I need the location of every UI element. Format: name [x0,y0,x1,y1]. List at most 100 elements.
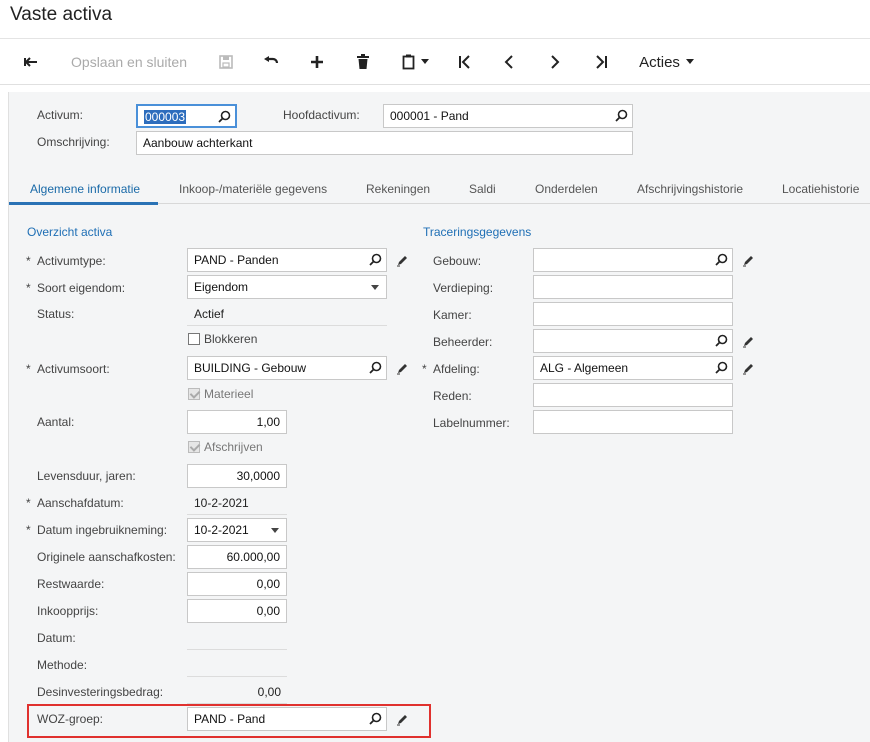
search-icon[interactable] [715,334,728,347]
copy-paste-button[interactable] [396,39,436,85]
overview-section-title: Overzicht activa [27,225,113,239]
quantity-input[interactable]: 1,00 [187,410,287,434]
department-input[interactable]: ALG - Algemeen [533,356,733,380]
search-icon[interactable] [218,110,231,123]
search-icon[interactable] [715,361,728,374]
date-underline [187,649,287,650]
asset-type-input[interactable]: PAND - Panden [187,248,387,272]
plus-icon [311,56,323,68]
asset-class-label: Activumsoort: [37,362,110,376]
custodian-label: Beheerder: [433,335,493,349]
method-underline [187,676,287,677]
tab-accounts[interactable]: Rekeningen [366,182,430,196]
date-label: Datum: [37,631,76,645]
department-value: ALG - Algemeen [540,361,629,375]
undo-button[interactable] [256,39,286,85]
search-icon[interactable] [615,109,628,122]
tab-depreciation-history[interactable]: Afschrijvingshistorie [637,182,743,196]
floor-input[interactable] [533,275,733,299]
edit-pencil-icon[interactable] [742,254,755,267]
first-record-button[interactable] [450,39,480,85]
asset-label: Activum: [37,108,84,122]
search-icon[interactable] [369,253,382,266]
required-marker: * [26,281,31,295]
last-record-button[interactable] [586,39,616,85]
salvage-value-label: Restwaarde: [37,577,105,591]
original-cost-input[interactable]: 60.000,00 [187,545,287,569]
search-icon[interactable] [715,253,728,266]
chevron-left-icon [504,55,513,69]
asset-class-input[interactable]: BUILDING - Gebouw [187,356,387,380]
acquisition-date-underline [187,514,287,515]
tracing-section-title: Traceringsgegevens [423,225,532,239]
tag-number-input[interactable] [533,410,733,434]
reason-input[interactable] [533,383,733,407]
edit-pencil-icon[interactable] [742,335,755,348]
asset-type-value: PAND - Panden [194,253,279,267]
asset-id-input[interactable]: 000003 [136,104,237,128]
room-label: Kamer: [433,308,472,322]
required-marker: * [26,523,31,537]
edit-pencil-icon[interactable] [742,362,755,375]
required-marker: * [422,362,427,376]
status-value: Actief [194,307,225,321]
purchase-price-value: 0,00 [256,604,280,618]
active-tab-indicator [9,202,158,205]
required-marker: * [26,362,31,376]
back-button[interactable] [16,39,46,85]
building-input[interactable] [533,248,733,272]
asset-class-value: BUILDING - Gebouw [194,361,307,375]
back-arrow-icon [24,57,37,67]
tab-purchase-details[interactable]: Inkoop-/materiële gegevens [179,182,327,196]
salvage-value: 0,00 [256,577,280,591]
edit-pencil-icon[interactable] [396,254,409,267]
undo-icon [264,56,279,64]
required-marker: * [26,496,31,510]
tab-general-info[interactable]: Algemene informatie [30,182,140,196]
material-checkbox[interactable] [188,388,200,400]
save-button[interactable] [212,39,240,85]
acquisition-date-value: 10-2-2021 [194,496,249,510]
useful-life-input[interactable]: 30,0000 [187,464,287,488]
purchase-price-label: Inkoopprijs: [37,604,99,618]
delete-button[interactable] [348,39,378,85]
parent-asset-label: Hoofdactivum: [283,108,360,122]
description-label: Omschrijving: [37,135,110,149]
disposal-amount-label: Desinvesteringsbedrag: [37,685,164,699]
tab-balances[interactable]: Saldi [469,182,496,196]
last-icon [596,55,607,69]
description-value: Aanbouw achterkant [143,136,253,150]
tab-location-history[interactable]: Locatiehistorie [782,182,859,196]
tab-components[interactable]: Onderdelen [535,182,598,196]
in-service-date-picker[interactable]: 10-2-2021 [187,518,287,542]
search-icon[interactable] [369,361,382,374]
block-checkbox[interactable] [188,333,200,345]
next-record-button[interactable] [540,39,570,85]
caret-down-icon [685,59,694,64]
trash-icon [357,54,369,69]
floppy-disk-icon [219,55,233,69]
depreciate-checkbox[interactable] [188,441,200,453]
add-button[interactable] [302,39,332,85]
description-input[interactable]: Aanbouw achterkant [136,131,633,155]
clipboard-icon [402,54,415,70]
first-icon [459,55,470,69]
custodian-input[interactable] [533,329,733,353]
method-label: Methode: [37,658,88,672]
caret-down-icon [421,59,429,64]
previous-record-button[interactable] [494,39,524,85]
toolbar: Opslaan en sluiten Acties [0,38,870,85]
salvage-value-input[interactable]: 0,00 [187,572,287,596]
reason-label: Reden: [433,389,472,403]
ownership-label: Soort eigendom: [37,281,126,295]
edit-pencil-icon[interactable] [396,362,409,375]
save-close-button[interactable]: Opslaan en sluiten [62,39,196,85]
chevron-right-icon [551,55,560,69]
ownership-select[interactable]: Eigendom [187,275,387,299]
purchase-price-input[interactable]: 0,00 [187,599,287,623]
floor-label: Verdieping: [433,281,494,295]
room-input[interactable] [533,302,733,326]
actions-menu-button[interactable]: Acties [632,39,702,85]
quantity-label: Aantal: [37,415,75,429]
parent-asset-input[interactable]: 000001 - Pand [383,104,633,128]
